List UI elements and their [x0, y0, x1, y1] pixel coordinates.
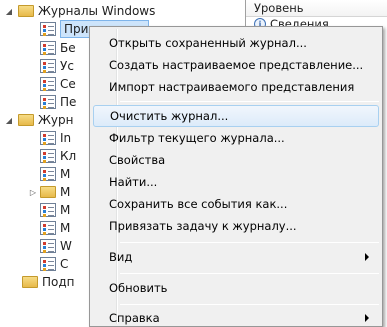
- menu-find[interactable]: Найти...: [93, 171, 379, 193]
- tree-label: Кл: [60, 149, 77, 163]
- menu-help-label: Справка: [109, 311, 160, 325]
- menu-save-all-events[interactable]: Сохранить все события как...: [93, 193, 379, 215]
- log-icon: [40, 203, 56, 217]
- log-icon: [40, 239, 56, 253]
- log-icon: [40, 22, 56, 36]
- subscriptions-icon: [22, 276, 38, 288]
- log-icon: [40, 77, 56, 91]
- log-icon: [40, 131, 56, 145]
- collapse-icon[interactable]: ◢: [4, 115, 14, 125]
- submenu-arrow-icon: [365, 314, 369, 322]
- menu-attach-task[interactable]: Привязать задачу к журналу...: [93, 215, 379, 237]
- tree-label: М: [60, 185, 71, 199]
- menu-clear-log[interactable]: Очистить журнал...: [93, 105, 379, 127]
- menu-properties[interactable]: Свойства: [93, 149, 379, 171]
- menu-separator: [120, 101, 379, 102]
- log-icon: [40, 149, 56, 163]
- tree-label: М: [60, 203, 71, 217]
- folder-icon: [40, 186, 56, 198]
- tree-node-subscriptions[interactable]: Подп: [22, 271, 75, 293]
- tree-label: Журн: [38, 113, 74, 127]
- tree-label: Пе: [60, 95, 77, 109]
- tree-label: Бе: [60, 41, 76, 55]
- submenu-arrow-icon: [365, 253, 369, 261]
- log-icon: [40, 167, 56, 181]
- menu-filter-current-log[interactable]: Фильтр текущего журнала...: [93, 127, 379, 149]
- tree-label: М: [60, 221, 71, 235]
- menu-refresh[interactable]: Обновить: [93, 277, 379, 299]
- tree-label: С: [60, 257, 69, 271]
- context-menu: Открыть сохраненный журнал... Создать на…: [89, 26, 383, 327]
- tree-label: Се: [60, 77, 76, 91]
- menu-view[interactable]: Вид: [93, 246, 379, 268]
- menu-separator: [120, 242, 379, 243]
- menu-create-custom-view[interactable]: Создать настраиваемое представление...: [93, 54, 379, 76]
- tree-label: W: [60, 239, 72, 253]
- log-icon: [40, 257, 56, 271]
- log-icon: [40, 221, 56, 235]
- menu-import-custom-view[interactable]: Импорт настраиваемого представления: [93, 76, 379, 98]
- tree-label: Подп: [42, 275, 75, 289]
- menu-separator: [120, 304, 379, 305]
- log-icon: [40, 95, 56, 109]
- tree-label: Ус: [60, 59, 74, 73]
- folder-icon: [18, 114, 34, 126]
- menu-view-label: Вид: [109, 250, 133, 264]
- tree-label: In: [60, 131, 72, 145]
- menu-separator: [120, 273, 379, 274]
- folder-icon: [18, 5, 34, 17]
- column-header-level[interactable]: Уровень: [246, 0, 387, 17]
- collapse-icon[interactable]: ◢: [4, 6, 14, 16]
- log-icon: [40, 41, 56, 55]
- log-icon: [40, 59, 56, 73]
- menu-open-saved-log[interactable]: Открыть сохраненный журнал...: [93, 32, 379, 54]
- tree-label: Журналы Windows: [38, 4, 156, 18]
- menu-help[interactable]: Справка: [93, 307, 379, 327]
- tree-label: М: [60, 167, 71, 181]
- expand-icon[interactable]: ▷: [28, 187, 38, 197]
